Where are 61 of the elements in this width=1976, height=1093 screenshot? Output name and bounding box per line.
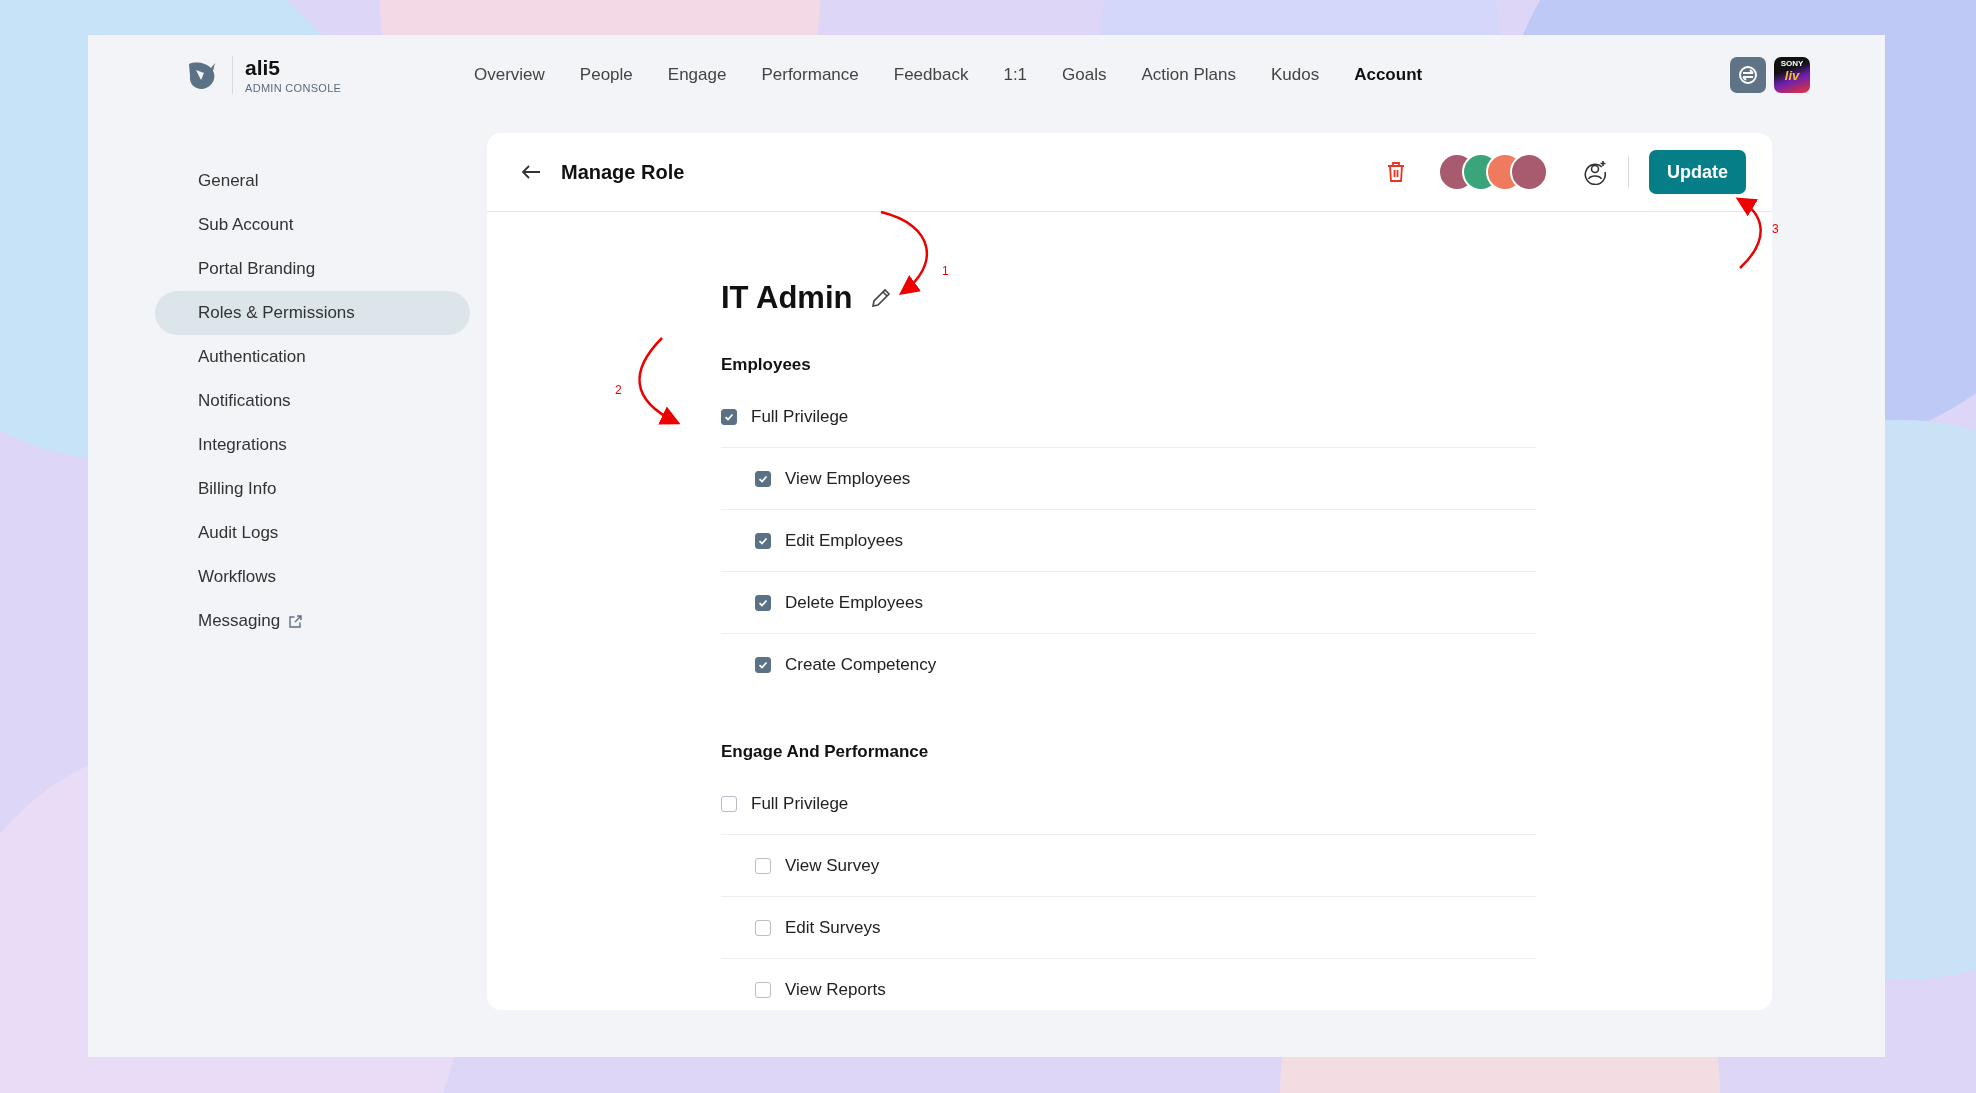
section-title: Employees: [721, 355, 812, 375]
checkbox[interactable]: [755, 981, 771, 998]
checkbox[interactable]: [755, 857, 771, 874]
app-logo[interactable]: SONY liv: [1774, 57, 1810, 93]
nav-link[interactable]: Performance: [761, 65, 859, 85]
check-icon: [724, 411, 734, 422]
sidebar-item[interactable]: Sub Account: [155, 203, 470, 247]
brand-subtitle: ADMIN CONSOLE: [245, 82, 342, 94]
switch-account-icon[interactable]: [1730, 57, 1766, 93]
sidebar-item[interactable]: Messaging: [155, 599, 470, 643]
sidebar-item[interactable]: Audit Logs: [155, 511, 470, 555]
check-icon: [758, 473, 768, 484]
update-button[interactable]: Update: [1649, 150, 1746, 194]
checkbox[interactable]: [755, 919, 771, 936]
sidebar-item[interactable]: Roles & Permissions: [155, 291, 470, 335]
checkbox[interactable]: [755, 594, 771, 611]
checkbox[interactable]: [755, 470, 771, 487]
sidebar-item[interactable]: Billing Info: [155, 467, 470, 511]
add-user-icon[interactable]: [1582, 159, 1608, 185]
sidebar-item[interactable]: Workflows: [155, 555, 470, 599]
sidebar-item[interactable]: Notifications: [155, 379, 470, 423]
annotation-number: 2: [615, 383, 622, 397]
permission-label: Full Privilege: [751, 793, 849, 814]
permission-label: Edit Surveys: [785, 917, 881, 938]
role-name: IT Admin: [721, 280, 853, 316]
section-title: Engage And Performance: [721, 742, 930, 762]
nav-link[interactable]: Engage: [667, 65, 727, 85]
checkbox[interactable]: [755, 532, 771, 549]
permission-label: Edit Employees: [785, 530, 904, 551]
brand-name: ali5: [245, 56, 282, 80]
nav-link[interactable]: People: [579, 65, 633, 85]
nav-link[interactable]: 1:1: [1003, 65, 1028, 85]
sidebar-item[interactable]: General: [155, 159, 470, 203]
back-arrow-icon[interactable]: [521, 164, 541, 180]
permission-label: View Employees: [785, 468, 911, 489]
permission-label: Create Competency: [785, 654, 937, 675]
sidebar-item[interactable]: Integrations: [155, 423, 470, 467]
annotation-arrow: [1735, 197, 1762, 269]
sidebar-item[interactable]: Authentication: [155, 335, 470, 379]
checkbox[interactable]: [721, 408, 737, 425]
annotation-number: 3: [1772, 222, 1779, 236]
checkbox[interactable]: [755, 656, 771, 673]
permission-label: Full Privilege: [751, 406, 849, 427]
permission-label: Delete Employees: [785, 592, 923, 613]
nav-link[interactable]: Action Plans: [1141, 65, 1236, 85]
nav-link[interactable]: Account: [1354, 65, 1423, 85]
nav-link[interactable]: Overview: [474, 65, 545, 85]
checkbox[interactable]: [721, 795, 737, 812]
permission-label: View Reports: [785, 979, 886, 1000]
trash-icon[interactable]: [1386, 161, 1406, 183]
pencil-icon[interactable]: [870, 287, 893, 309]
nav-link[interactable]: Kudos: [1271, 65, 1320, 85]
check-icon: [758, 659, 768, 670]
nav-link[interactable]: Goals: [1062, 65, 1107, 85]
check-icon: [758, 535, 768, 546]
card-title: Manage Role: [561, 160, 686, 184]
annotation-number: 1: [942, 264, 949, 278]
nav-link[interactable]: Feedback: [893, 65, 969, 85]
permission-label: View Survey: [785, 855, 880, 876]
check-icon: [758, 597, 768, 608]
sidebar-item[interactable]: Portal Branding: [155, 247, 470, 291]
